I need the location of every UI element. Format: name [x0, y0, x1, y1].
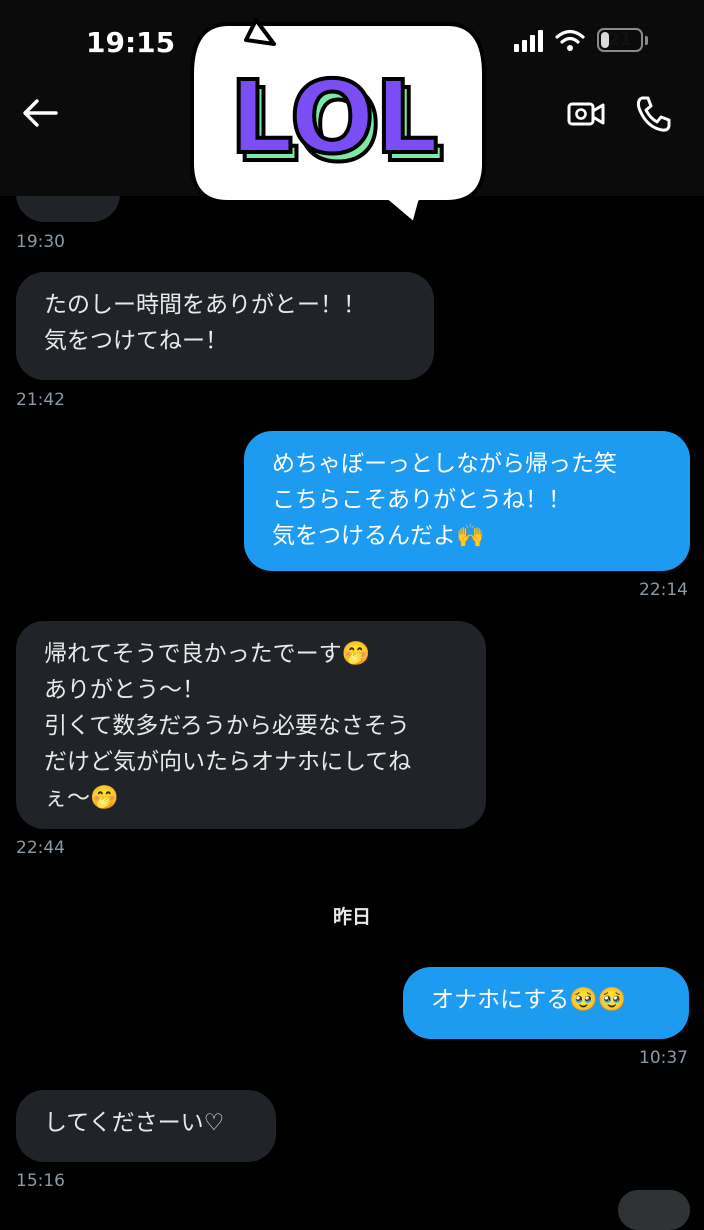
incoming-message[interactable]: してくださーい♡	[16, 1090, 276, 1162]
video-camera-icon[interactable]	[566, 94, 606, 134]
sticker-text: LOL	[230, 59, 439, 176]
incoming-message[interactable]: 帰れてそうで良かったでーす🤭 ありがとう〜！ 引くて数多だろうから必要なさそう …	[16, 621, 486, 829]
scroll-to-bottom-button[interactable]	[618, 1190, 690, 1230]
arrow-left-icon[interactable]	[20, 96, 60, 130]
incoming-message[interactable]: たのしー時間をありがとー！！ 気をつけてねー！	[16, 272, 434, 380]
status-time: 19:15	[86, 26, 176, 59]
battery-tip	[645, 35, 648, 45]
cellular-signal-icon	[514, 28, 543, 52]
outgoing-message[interactable]: オナホにする🥹🥹	[403, 967, 689, 1039]
battery-level-text: 21	[608, 30, 632, 50]
lol-sticker[interactable]: LOL LOL	[188, 14, 488, 226]
date-separator: 昨日	[332, 906, 371, 928]
message-timestamp: 22:44	[16, 838, 65, 858]
outgoing-message[interactable]: めちゃぼーっとしながら帰った笑 こちらこそありがとうね！！ 気をつけるんだよ🙌	[244, 431, 690, 571]
message-timestamp: 10:37	[639, 1048, 688, 1068]
message-timestamp: 21:42	[16, 390, 65, 410]
message-timestamp: 22:14	[639, 580, 688, 600]
wifi-icon	[555, 29, 585, 51]
message-timestamp: 15:16	[16, 1171, 65, 1191]
battery-icon: 21	[597, 28, 643, 52]
status-icons: 21	[514, 28, 648, 52]
phone-icon[interactable]	[634, 94, 672, 134]
message-timestamp: 19:30	[16, 232, 65, 252]
